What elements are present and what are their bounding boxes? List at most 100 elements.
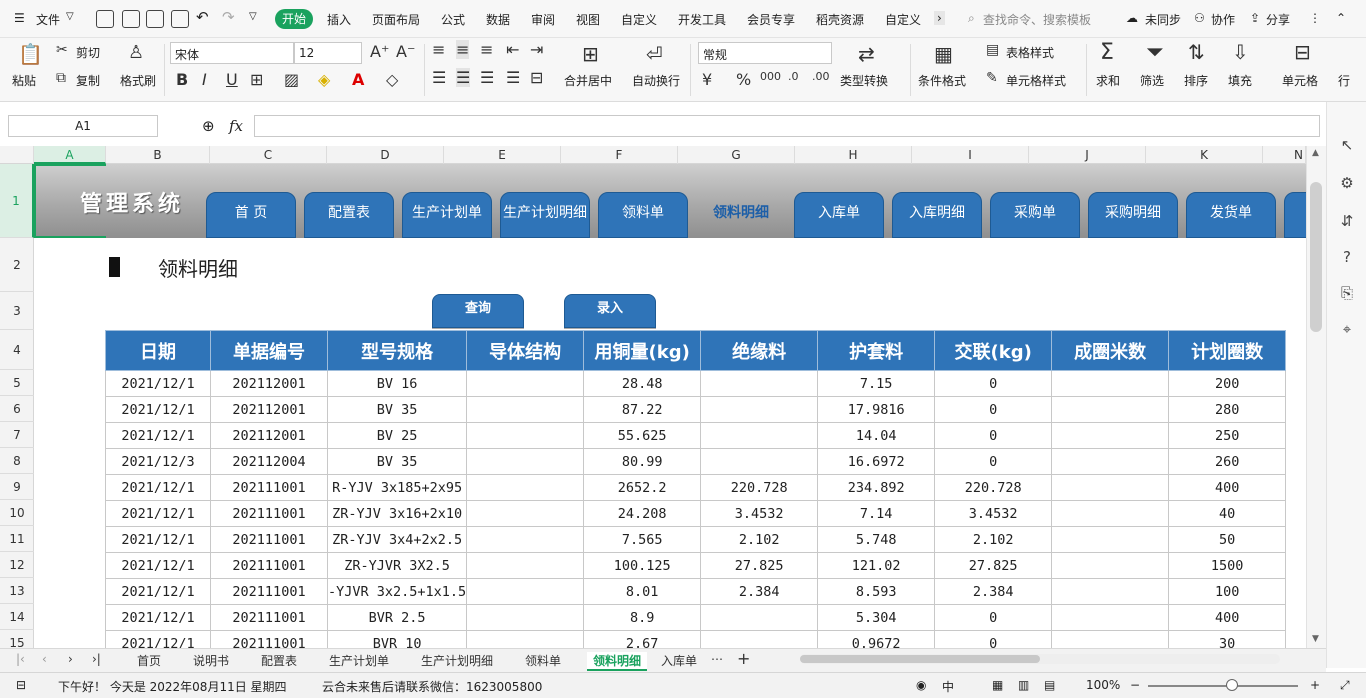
nav-inbound-button[interactable]: 入库单 (794, 192, 884, 238)
sort-icon[interactable]: ⇅ (1188, 40, 1205, 64)
decrease-font-icon[interactable]: A⁻ (396, 42, 415, 61)
row-header[interactable]: 15 (0, 630, 34, 648)
table-cell[interactable]: 202111001 (210, 474, 328, 501)
query-button[interactable]: 查询 (432, 294, 524, 328)
table-cell[interactable]: 3.4532 (934, 500, 1053, 527)
decrease-decimal-icon[interactable]: .00 (812, 70, 830, 83)
sheet-tab[interactable]: 配置表 (261, 652, 297, 669)
name-box[interactable]: A1 (8, 115, 158, 137)
table-cell[interactable]: 17.9816 (817, 396, 936, 423)
row-header[interactable]: 11 (0, 526, 34, 552)
table-cell[interactable]: 2021/12/1 (105, 396, 211, 423)
table-cell[interactable]: 7.565 (583, 526, 702, 553)
cut-button[interactable]: 剪切 (76, 44, 100, 61)
tab-custom[interactable]: 自定义 (621, 11, 657, 28)
tab-data[interactable]: 数据 (486, 11, 510, 28)
export-icon[interactable] (122, 10, 140, 28)
table-cell[interactable]: 202111001 (210, 526, 328, 553)
cell-fill-pattern-icon[interactable]: ▨ (284, 70, 299, 89)
fill-icon[interactable]: ⇩ (1232, 40, 1249, 64)
table-cell[interactable]: 202112001 (210, 422, 328, 449)
clear-format-icon[interactable]: ◇ (386, 70, 398, 89)
column-header-conductor[interactable]: 导体结构 (466, 330, 585, 371)
column-header-date[interactable]: 日期 (105, 330, 211, 371)
column-header[interactable]: E (444, 146, 561, 164)
table-cell[interactable] (466, 526, 585, 553)
table-cell[interactable]: 100 (1168, 578, 1287, 605)
table-cell[interactable]: 2021/12/1 (105, 552, 211, 579)
row-header[interactable]: 3 (0, 292, 34, 330)
table-cell[interactable]: 121.02 (817, 552, 936, 579)
table-cell[interactable]: 1500 (1168, 552, 1287, 579)
underline-icon[interactable]: U (226, 70, 238, 89)
table-cell[interactable] (466, 474, 585, 501)
table-cell[interactable] (1051, 422, 1170, 449)
cell-style-icon[interactable]: ✎ (986, 70, 998, 86)
tab-view[interactable]: 视图 (576, 11, 600, 28)
table-style-icon[interactable]: ▤ (986, 42, 999, 58)
table-cell[interactable]: ZR-YJV 3x16+2x10 (326, 500, 468, 527)
table-cell[interactable] (1051, 370, 1170, 397)
table-cell[interactable]: 2021/12/1 (105, 474, 211, 501)
table-cell[interactable]: BVR 10 (326, 630, 468, 648)
table-cell[interactable] (1051, 448, 1170, 475)
table-cell[interactable]: 202111001 (210, 578, 328, 605)
indent-decrease-icon[interactable]: ⇤ (506, 40, 519, 59)
table-cell[interactable]: 7.14 (817, 500, 936, 527)
number-format-select[interactable]: 常规 (698, 42, 832, 64)
table-cell[interactable]: 280 (1168, 396, 1287, 423)
indent-increase-icon[interactable]: ⇥ (530, 40, 543, 59)
vertical-scroll-thumb[interactable] (1310, 182, 1322, 332)
row-header[interactable]: 5 (0, 370, 34, 396)
sheet-tab[interactable]: 首页 (137, 652, 161, 669)
search-icon[interactable]: ⌕ (968, 11, 975, 26)
merge-center-icon[interactable]: ⊞ (582, 42, 599, 66)
fx-icon[interactable]: fx (229, 117, 243, 135)
type-convert-button[interactable]: 类型转换 (840, 72, 888, 89)
bold-icon[interactable]: B (176, 70, 188, 89)
column-header[interactable]: J (1029, 146, 1146, 164)
sum-button[interactable]: 求和 (1096, 72, 1120, 89)
file-menu[interactable]: 文件 (36, 11, 60, 28)
column-header[interactable]: K (1146, 146, 1263, 164)
thousands-icon[interactable]: 000 (760, 70, 781, 83)
table-cell[interactable] (1051, 604, 1170, 631)
table-cell[interactable]: 5.304 (817, 604, 936, 631)
copy-button[interactable]: 复制 (76, 72, 100, 89)
table-cell[interactable]: 2652.2 (583, 474, 702, 501)
print-icon[interactable] (146, 10, 164, 28)
cell-icon[interactable]: ⊟ (1294, 40, 1311, 64)
table-cell[interactable]: 2021/12/1 (105, 630, 211, 648)
currency-icon[interactable]: ¥ (702, 70, 712, 89)
table-cell[interactable] (1051, 526, 1170, 553)
pointer-icon[interactable]: ↖ (1337, 136, 1357, 156)
conditional-format-icon[interactable]: ▦ (934, 42, 953, 66)
table-cell[interactable]: 220.728 (700, 474, 819, 501)
conditional-format-button[interactable]: 条件格式 (918, 72, 966, 89)
scroll-down-icon[interactable]: ▼ (1312, 634, 1319, 644)
column-header[interactable]: N (1263, 146, 1306, 164)
paste-button[interactable]: 粘贴 (12, 72, 36, 89)
table-cell[interactable]: 2.102 (934, 526, 1053, 553)
hamburger-icon[interactable]: ☰ (14, 11, 25, 25)
column-header-doc-no[interactable]: 单据编号 (210, 330, 328, 371)
column-header[interactable]: C (210, 146, 327, 164)
styles-icon[interactable]: ⚙ (1337, 174, 1357, 194)
filter-button[interactable]: 筛选 (1140, 72, 1164, 89)
table-cell[interactable] (1051, 552, 1170, 579)
sum-icon[interactable]: Σ (1100, 40, 1114, 65)
tab-member[interactable]: 会员专享 (747, 11, 795, 28)
fill-button[interactable]: 填充 (1228, 72, 1252, 89)
border-icon[interactable]: ⊞ (250, 70, 263, 89)
properties-icon[interactable]: ⇵ (1337, 212, 1357, 232)
table-cell[interactable]: 55.625 (583, 422, 702, 449)
table-cell[interactable] (1051, 630, 1170, 648)
sheet-tab[interactable]: 说明书 (193, 652, 229, 669)
table-cell[interactable] (1051, 578, 1170, 605)
status-options-icon[interactable]: ⊟ (16, 678, 26, 692)
table-cell[interactable] (466, 500, 585, 527)
sheet-tab[interactable]: 领料单 (525, 652, 561, 669)
tab-page-layout[interactable]: 页面布局 (372, 11, 420, 28)
table-cell[interactable]: 202112001 (210, 396, 328, 423)
font-size-select[interactable]: 12 (294, 42, 362, 64)
